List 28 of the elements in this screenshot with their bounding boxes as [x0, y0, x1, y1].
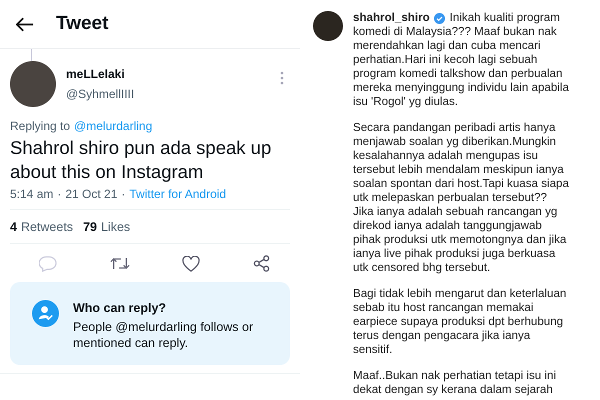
replying-label: Replying to — [10, 119, 70, 133]
header-title: Tweet — [56, 13, 108, 35]
notice-body: People @melurdarling follows or mentioned can reply. — [73, 319, 254, 351]
separator-dot: · — [57, 187, 62, 201]
retweet-icon[interactable] — [110, 256, 130, 271]
post-paragraph: Bagi tidak lebih mengarut dan keterlaluan sebab itu host rancangan memakai earpiece supaya produksi dpt berhubung terus dengan pengacara jika ianya sensitif. — [353, 287, 568, 357]
back-arrow-icon[interactable] — [16, 16, 34, 32]
heart-icon[interactable] — [182, 256, 200, 272]
profile-avatar[interactable] — [313, 11, 343, 41]
share-icon[interactable] — [252, 255, 270, 272]
separator-dot: · — [121, 187, 126, 201]
post-paragraph: Secara pandangan peribadi artis hanya menjawab soalan yg diberikan.Mungkin kesalahannya adalah mengupas isu tersebut lebih mendalam meskipun ianya soalan spontan dari host.Tapi kuasa siapa utk melepaskan perbualan tersebut?? Jika ianya adalah sebuah rancangan yg direkod ianya adalah tanggungjawab pihak produksi utk memotongnya dan jika ianya live pihak produksi juga berkuasa utk censored bhg tersebut. — [353, 121, 569, 275]
tweet-text: Shahrol shiro pun ada speak up about this on Instagram — [10, 136, 272, 184]
person-check-icon — [32, 300, 59, 327]
author-handle: @SyhmellIIII — [66, 87, 134, 101]
post-paragraph: komedi di Malaysia??? Maaf bukan nak merendahkan lagi dan cuba mencari perhatian.Hari ini kecoh lagi sebuah program komedi talkshow dan perbualan mereka menyinggung individu lain apabila isu 'Rogol' yg diulas. — [353, 25, 569, 109]
author-name[interactable]: meLLelaki — [66, 67, 134, 81]
stat-label[interactable]: Retweets — [20, 220, 74, 234]
tweet-date: 21 Oct 21 — [65, 187, 118, 201]
post-username[interactable]: shahrol_shiro — [353, 11, 430, 25]
tweet-time: 5:14 am — [10, 187, 54, 201]
post-paragraph: Maaf..Bukan nak perhatian tetapi isu ini dekat dengan sy kerana dalam sejarah — [353, 369, 558, 397]
stat-label[interactable]: Likes — [100, 220, 130, 234]
notice-title: Who can reply? — [73, 300, 168, 316]
stat-count: 4 — [10, 220, 17, 234]
post-text-line: Inikah kualiti program — [450, 11, 560, 25]
avatar[interactable] — [10, 61, 56, 107]
stat-count: 79 — [83, 220, 97, 234]
